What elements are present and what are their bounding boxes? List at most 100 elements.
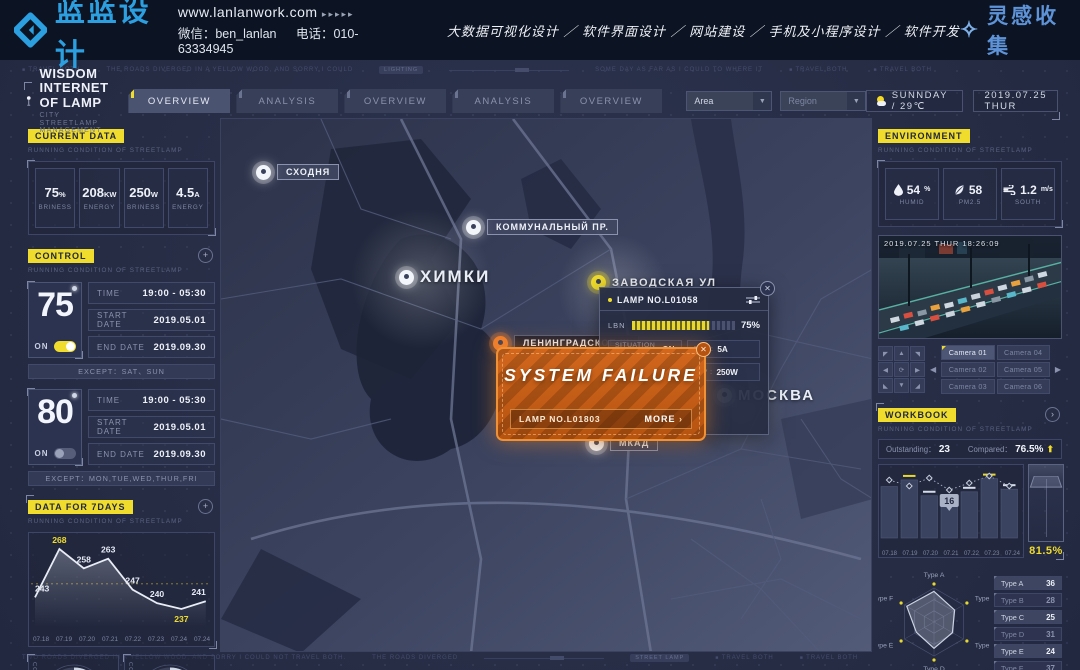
region-select[interactable]: Region ▼ <box>780 91 866 111</box>
type-row-b[interactable]: Type B28 <box>994 593 1062 607</box>
schedule-toggle[interactable] <box>54 341 76 352</box>
svg-text:Type E: Type E <box>878 643 894 650</box>
type-radar-section: Type AType BType CType DType EType F Typ… <box>878 568 1062 670</box>
metric-tile-briness-w: 250W BRINESS <box>124 168 164 228</box>
camera-button-04[interactable]: Camera 04 <box>997 345 1050 360</box>
radar-chart: Type AType BType CType DType EType F <box>878 568 990 670</box>
pan-down-button[interactable]: ▼ <box>894 378 909 393</box>
website-link[interactable]: www.lanlanwork.com <box>178 4 318 20</box>
except-days-bar[interactable]: EXCEPT：MON,TUE,WED,THUR,FRI <box>28 471 215 486</box>
camera-button-01[interactable]: Camera 01 <box>941 345 994 360</box>
tab-overview-2[interactable]: OVERVIEW <box>344 89 446 113</box>
gauge-value: 81.5% <box>1028 545 1064 557</box>
start-date-row[interactable]: START DATE2019.05.01 <box>88 416 215 438</box>
map-pin-shodnya[interactable]: СХОДНЯ <box>256 164 339 180</box>
week-line-chart: 243268258263247240237241 07.1807.1907.20… <box>28 532 215 647</box>
time-row[interactable]: TIME19:00 - 05:30 <box>88 282 215 304</box>
section-title-chip: ENVIRONMENT <box>878 129 970 143</box>
map-pin-kommunalny[interactable]: КОММУНАЛЬНЫЙ ПР. <box>466 219 618 235</box>
camera-button-06[interactable]: Camera 06 <box>997 379 1050 394</box>
camera-prev-button[interactable]: ◀ <box>929 365 937 374</box>
close-icon[interactable]: ✕ <box>696 342 711 357</box>
page-subtitle: CITY STREETLAMP MANAGEMENT <box>40 112 113 135</box>
start-date-row[interactable]: START DATE2019.05.01 <box>88 309 215 331</box>
chevron-down-icon: ▼ <box>753 92 771 110</box>
x-tick: 07.24 <box>1005 551 1020 557</box>
except-days-bar[interactable]: EXCEPT：SAT、SUN <box>28 364 215 379</box>
pan-down-right-button[interactable]: ◢ <box>910 378 925 393</box>
x-axis-labels: 07.1807.1907.2007.2107.2207.2307.2407.24 <box>29 636 214 643</box>
camera-button-05[interactable]: Camera 05 <box>997 362 1050 377</box>
x-tick: 07.20 <box>923 551 938 557</box>
sliders-icon[interactable] <box>746 295 760 305</box>
tab-analysis-2[interactable]: ANALYSIS <box>452 89 554 113</box>
collect-label: 灵感收集 <box>987 0 1062 60</box>
environment-section: ENVIRONMENT RUNNING CONDITION OF STREETL… <box>878 126 1062 227</box>
type-row-e[interactable]: Type E24 <box>994 644 1062 658</box>
time-row[interactable]: TIME19:00 - 05:30 <box>88 389 215 411</box>
x-tick: 07.18 <box>882 551 897 557</box>
workbook-section: WORKBOOK RUNNING CONDITION OF STREETLAMP… <box>878 405 1062 558</box>
promo-banner: 蓝蓝设计 www.lanlanwork.com ▸▸▸▸▸ 微信：ben_lan… <box>0 0 1080 60</box>
sun-cloud-icon <box>877 96 885 106</box>
close-icon[interactable]: ✕ <box>760 281 775 296</box>
pin-label: СХОДНЯ <box>277 164 339 180</box>
map-pin-khimki[interactable]: ХИМКИ <box>399 267 490 287</box>
camera-view[interactable]: 2019.07.25 THUR 18:26:09 <box>878 235 1062 339</box>
camera-list: Camera 01 Camera 02 Camera 03 Camera 04 … <box>941 345 1050 394</box>
right-panel: ENVIRONMENT RUNNING CONDITION OF STREETL… <box>878 126 1062 670</box>
svg-text:258: 258 <box>77 554 92 564</box>
pan-up-left-button[interactable]: ◤ <box>878 346 893 361</box>
expand-chart-button[interactable]: + <box>198 499 213 514</box>
bar-chart-canvas: 16 <box>880 466 1022 549</box>
pan-left-button[interactable]: ◀ <box>878 362 893 377</box>
area-select[interactable]: Area ▼ <box>686 91 772 111</box>
x-tick: 07.20 <box>79 636 95 643</box>
type-row-a[interactable]: Type A36 <box>994 576 1062 590</box>
type-row-f[interactable]: Type F37 <box>994 661 1062 670</box>
type-row-c[interactable]: Type C25 <box>994 610 1062 624</box>
sparkle-icon: ✧ <box>960 17 981 43</box>
logo[interactable]: 蓝蓝设计 <box>0 0 160 74</box>
x-tick: 07.22 <box>125 636 141 643</box>
pan-up-right-button[interactable]: ◥ <box>910 346 925 361</box>
schedule-toggle[interactable] <box>54 448 76 459</box>
svg-text:Type D: Type D <box>923 666 945 670</box>
pan-right-button[interactable]: ▶ <box>910 362 925 377</box>
schedule-block: 75 ON TIME19:00 - 05:30 START DATE2019.0… <box>28 282 215 358</box>
type-row-d[interactable]: Type D31 <box>994 627 1062 641</box>
section-subtitle: RUNNING CONDITION OF STREETLAMP <box>28 267 215 274</box>
more-button[interactable]: MORE › <box>644 414 683 424</box>
tab-overview-3[interactable]: OVERVIEW <box>560 89 662 113</box>
workbook-bar-chart: 16 07.1807.1907.2007.2107.2207.2307.24 <box>878 464 1024 558</box>
refresh-button[interactable]: ⟳ <box>894 362 909 377</box>
tab-overview-1[interactable]: OVERVIEW <box>128 89 230 113</box>
lamp-dot-icon <box>72 286 77 291</box>
tab-analysis-1[interactable]: ANALYSIS <box>236 89 338 113</box>
contact-info: www.lanlanwork.com ▸▸▸▸▸ 微信：ben_lanlan 电… <box>178 4 387 56</box>
screen: 蓝蓝设计 www.lanlanwork.com ▸▸▸▸▸ 微信：ben_lan… <box>0 0 1080 670</box>
x-tick: 07.23 <box>984 551 999 557</box>
inspiration-collect[interactable]: ✧ 灵感收集 <box>960 0 1062 60</box>
camera-button-02[interactable]: Camera 02 <box>941 362 994 377</box>
lamp-pin-icon <box>399 270 414 285</box>
week-data-section: DATA FOR 7DAYS RUNNING CONDITION OF STRE… <box>28 497 215 647</box>
end-date-row[interactable]: END DATE2019.09.30 <box>88 443 215 465</box>
date-text: 2019.07.25 THUR <box>984 90 1047 112</box>
services-list: 大数据可视化设计 ／ 软件界面设计 ／ 网站建设 ／ 手机及小程序设计 ／ 软件… <box>447 21 960 40</box>
brightness-slider[interactable] <box>632 321 735 330</box>
svg-text:240: 240 <box>150 589 165 599</box>
pan-down-left-button[interactable]: ◣ <box>878 378 893 393</box>
brightness-box: 80 ON <box>28 389 82 465</box>
add-schedule-button[interactable]: + <box>198 248 213 263</box>
city-map[interactable]: СХОДНЯ КОММУНАЛЬНЫЙ ПР. ХИМКИ ЗАВОДСКАЯ … <box>220 118 872 652</box>
end-date-row[interactable]: END DATE2019.09.30 <box>88 336 215 358</box>
area-select-value: Area <box>694 96 713 106</box>
camera-next-button[interactable]: ▶ <box>1054 365 1062 374</box>
section-title-chip: WORKBOOK <box>878 408 956 422</box>
workbook-more-button[interactable]: › <box>1045 407 1060 422</box>
gauge-label: COMPARISON FOR <box>127 662 133 670</box>
x-tick: 07.19 <box>902 551 917 557</box>
pan-up-button[interactable]: ▲ <box>894 346 909 361</box>
camera-button-03[interactable]: Camera 03 <box>941 379 994 394</box>
